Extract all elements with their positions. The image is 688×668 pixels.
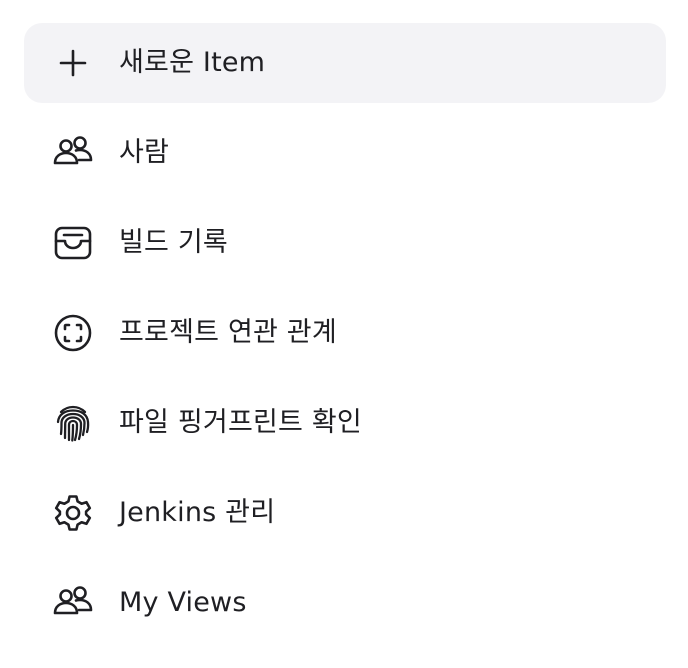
people-icon bbox=[52, 582, 94, 624]
task-label: 파일 핑거프린트 확인 bbox=[119, 407, 362, 438]
task-people[interactable]: 사람 bbox=[24, 113, 666, 193]
task-build-history[interactable]: 빌드 기록 bbox=[24, 203, 666, 283]
task-fingerprint-check[interactable]: 파일 핑거프린트 확인 bbox=[24, 383, 666, 463]
task-label: 빌드 기록 bbox=[119, 227, 228, 258]
task-label: 프로젝트 연관 관계 bbox=[119, 317, 337, 348]
task-new-item[interactable]: 새로운 Item bbox=[24, 23, 666, 103]
task-manage-jenkins[interactable]: Jenkins 관리 bbox=[24, 473, 666, 553]
people-icon bbox=[52, 132, 94, 174]
task-my-views[interactable]: My Views bbox=[24, 563, 666, 643]
side-panel-tasks: 새로운 Item 사람 빌드 기록 프로젝트 연관 관계 파일 핑거프린트 확인… bbox=[0, 0, 688, 668]
scan-circle-icon bbox=[52, 312, 94, 354]
gear-icon bbox=[52, 492, 94, 534]
task-label: 사람 bbox=[119, 137, 170, 168]
inbox-icon bbox=[52, 222, 94, 264]
task-project-relationship[interactable]: 프로젝트 연관 관계 bbox=[24, 293, 666, 373]
task-label: Jenkins 관리 bbox=[119, 497, 276, 528]
task-label: 새로운 Item bbox=[119, 47, 266, 78]
task-label: My Views bbox=[119, 587, 247, 618]
fingerprint-icon bbox=[52, 402, 94, 444]
plus-icon bbox=[52, 42, 94, 84]
